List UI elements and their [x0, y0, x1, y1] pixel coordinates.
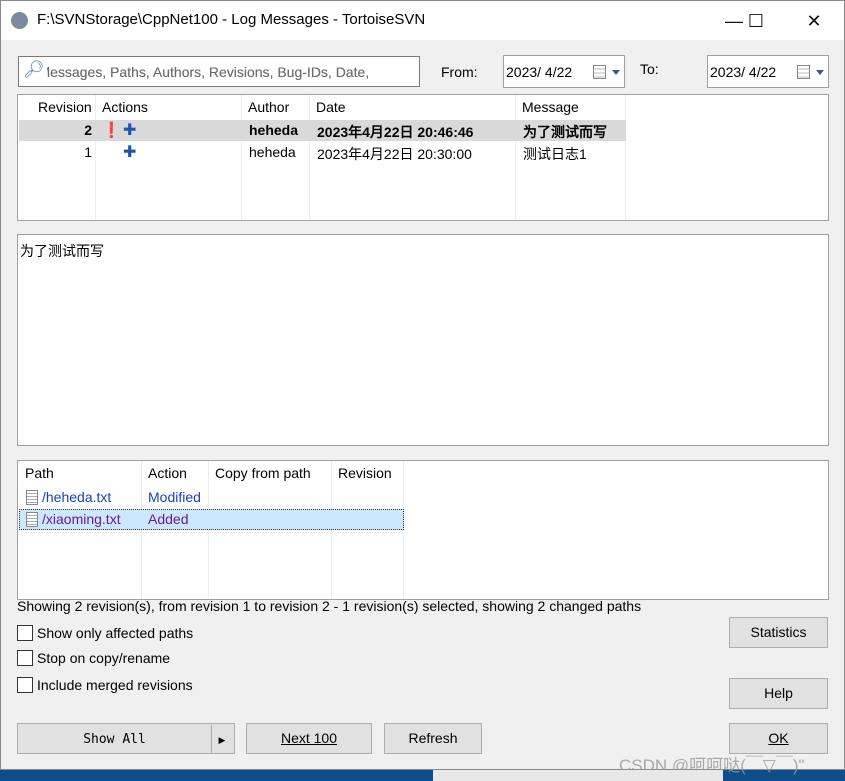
log-messages-window: F:\SVNStorage\CppNet100 - Log Messages -…: [0, 0, 845, 775]
table-row[interactable]: 1 ✚ heheda 2023年4月22日 20:30:00 测试日志1: [19, 142, 626, 163]
col-copy-from-path[interactable]: Copy from path: [215, 465, 311, 481]
action-cell: Added: [148, 511, 189, 527]
author-cell: heheda: [249, 144, 296, 160]
ok-button[interactable]: OK: [729, 723, 828, 754]
dropdown-arrow-icon[interactable]: [816, 70, 824, 75]
modified-icon: ❗: [102, 122, 121, 139]
help-button[interactable]: Help: [729, 678, 828, 709]
checkbox-label[interactable]: Stop on copy/rename: [37, 650, 170, 666]
added-icon: ✚: [123, 122, 137, 139]
to-date-picker[interactable]: 2023/ 4/22: [707, 55, 829, 88]
col-date[interactable]: Date: [316, 99, 346, 115]
show-only-affected-paths-checkbox[interactable]: [17, 625, 33, 641]
filter-search-box[interactable]: 🔎︎ lessages, Paths, Authors, Revisions, …: [18, 56, 420, 87]
author-cell: heheda: [249, 122, 299, 138]
from-date-picker[interactable]: 2023/ 4/22: [503, 55, 625, 88]
revision-cell: 1: [84, 144, 92, 160]
background-window: [433, 770, 723, 781]
message-cell: 为了测试而写: [523, 124, 607, 140]
col-message[interactable]: Message: [522, 99, 579, 115]
checkbox-label[interactable]: Show only affected paths: [37, 625, 193, 641]
calendar-icon[interactable]: [797, 65, 810, 79]
file-icon: [26, 512, 38, 527]
statistics-button[interactable]: Statistics: [729, 617, 828, 648]
table-row[interactable]: 2 ❗ ✚ heheda 2023年4月22日 20:46:46 为了测试而写: [19, 120, 626, 141]
date-cell: 2023年4月22日 20:30:00: [317, 146, 472, 162]
added-icon: ✚: [123, 144, 137, 161]
caret-right-icon[interactable]: ▶: [212, 726, 232, 755]
next-100-button[interactable]: Next 100: [246, 723, 372, 754]
to-label: To:: [640, 61, 659, 77]
col-path[interactable]: Path: [25, 465, 54, 481]
close-button[interactable]: ✕: [791, 7, 837, 35]
calendar-icon[interactable]: [593, 65, 606, 79]
message-cell: 测试日志1: [523, 146, 587, 162]
to-date-value: 2023/ 4/22: [710, 64, 777, 80]
table-row[interactable]: /xiaoming.txt Added: [19, 509, 404, 530]
show-all-split-button[interactable]: Show All ▶: [17, 723, 235, 754]
message-text-area[interactable]: 为了测试而写: [17, 234, 829, 446]
status-text: Showing 2 revision(s), from revision 1 t…: [17, 598, 642, 614]
col-author[interactable]: Author: [248, 99, 289, 115]
maximize-button[interactable]: ☐: [733, 7, 779, 35]
tortoisesvn-icon: [11, 12, 28, 29]
changed-paths-list[interactable]: Path Action Copy from path Revision /heh…: [17, 460, 829, 600]
search-input[interactable]: [47, 63, 415, 81]
message-text: 为了测试而写: [20, 243, 104, 259]
col-revision[interactable]: Revision: [38, 99, 92, 115]
refresh-button[interactable]: Refresh: [384, 723, 482, 754]
col-actions[interactable]: Actions: [102, 99, 148, 115]
col-action[interactable]: Action: [148, 465, 187, 481]
search-field-viewport[interactable]: lessages, Paths, Authors, Revisions, Bug…: [47, 57, 415, 86]
from-date-value: 2023/ 4/22: [506, 64, 573, 80]
title-bar: F:\SVNStorage\CppNet100 - Log Messages -…: [1, 1, 844, 40]
file-icon: [26, 490, 38, 505]
revision-list[interactable]: Revision Actions Author Date Message 2 ❗…: [17, 94, 829, 221]
checkbox-label[interactable]: Include merged revisions: [37, 677, 193, 693]
include-merged-checkbox[interactable]: [17, 677, 33, 693]
table-row[interactable]: /heheda.txt Modified: [19, 487, 404, 508]
path-cell: /xiaoming.txt: [42, 511, 121, 527]
action-cell: Modified: [148, 489, 201, 505]
show-all-label[interactable]: Show All: [18, 725, 212, 754]
search-icon[interactable]: 🔎︎: [23, 60, 45, 80]
stop-on-copy-checkbox[interactable]: [17, 650, 33, 666]
dropdown-arrow-icon[interactable]: [612, 70, 620, 75]
revision-cell: 2: [84, 122, 92, 138]
window-title: F:\SVNStorage\CppNet100 - Log Messages -…: [37, 11, 426, 28]
from-label: From:: [441, 64, 478, 80]
path-cell: /heheda.txt: [42, 489, 112, 505]
col-revision[interactable]: Revision: [338, 465, 392, 481]
date-cell: 2023年4月22日 20:46:46: [317, 124, 474, 140]
